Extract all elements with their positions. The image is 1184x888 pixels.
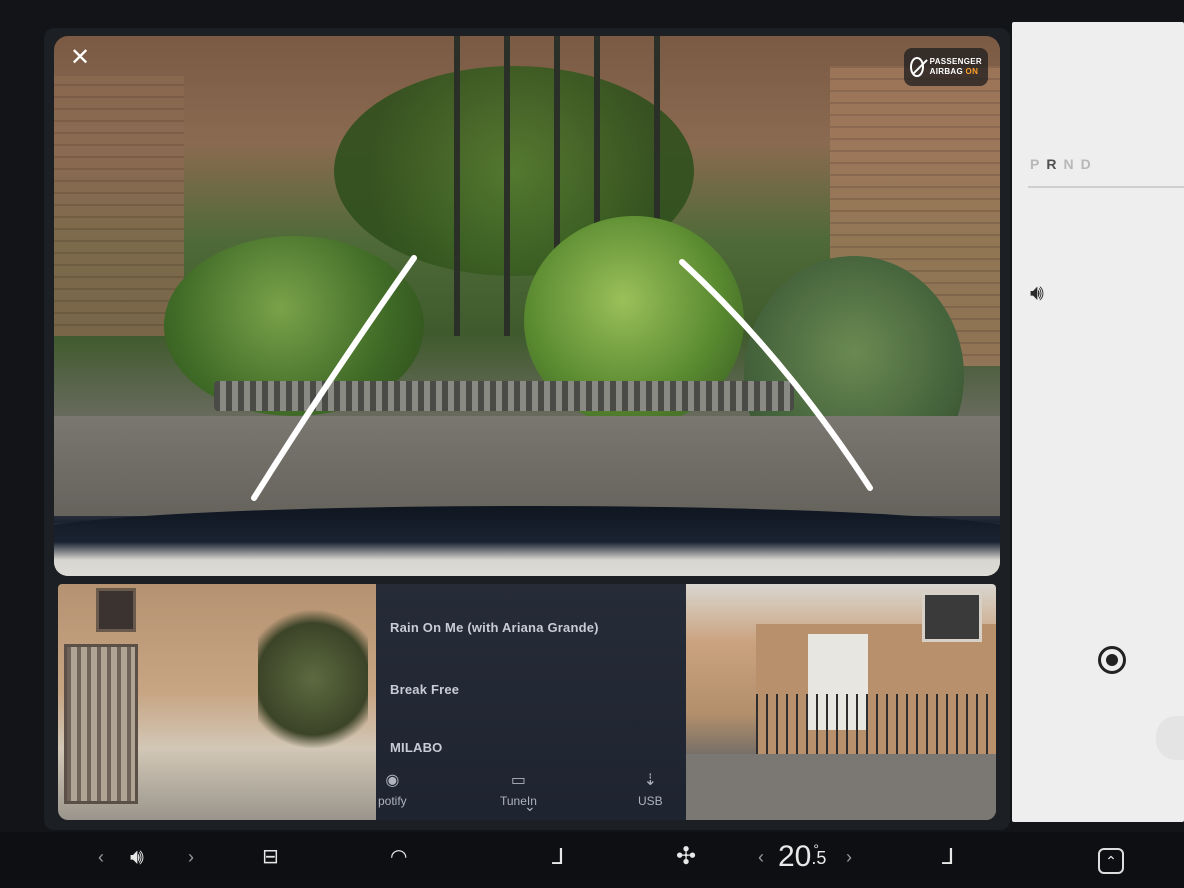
temp-up-chevron-icon[interactable]: ›	[846, 842, 852, 872]
garage-door	[64, 644, 138, 804]
close-icon[interactable]: ✕	[66, 44, 94, 72]
passenger-airbag-status: PASSENGER AIRBAG ON	[904, 48, 988, 86]
source-spotify[interactable]: ◉ potify	[378, 772, 407, 808]
camera-view-panel: ✕ PASSENGER AIRBAG ON Rain On Me (with A…	[44, 28, 1010, 830]
right-repeater-camera	[686, 584, 996, 820]
source-usb[interactable]: ⇣ USB	[638, 772, 663, 808]
dashcam-record-icon[interactable]	[1098, 646, 1126, 674]
gear-r: R	[1046, 156, 1064, 172]
volume-up-chevron-icon[interactable]: ›	[188, 842, 194, 872]
front-defrost-icon[interactable]: ◠	[390, 842, 407, 872]
track-item[interactable]: Rain On Me (with Ariana Grande)	[390, 620, 599, 635]
gear-p: P	[1030, 156, 1047, 172]
iron-fence	[756, 694, 996, 754]
seat-heater-right-icon[interactable]: ⅃	[942, 842, 954, 872]
airbag-status-on: ON	[965, 67, 979, 76]
media-source-row: ◉ potify ▭ TuneIn ⌄ ⇣ USB	[376, 764, 686, 816]
airbag-line1: PASSENGER	[929, 57, 982, 66]
bottom-control-bar: ‹ 🔊︎ › ⊟ ◠ ⅃ ✣ ‹ 20 ° .5 › ⅃ ⌃	[0, 832, 1184, 888]
gear-d: D	[1080, 156, 1098, 172]
tunein-icon: ▭	[510, 772, 527, 789]
parking-guide-lines	[251, 255, 873, 501]
guide-line-left	[251, 255, 417, 501]
chevron-down-icon[interactable]: ⌄	[524, 798, 536, 815]
usb-icon: ⇣	[643, 772, 658, 789]
speaker-icon[interactable]: 🔊︎	[1030, 280, 1044, 306]
house-window	[922, 592, 982, 642]
gear-selector: PRND	[1030, 156, 1098, 172]
track-item[interactable]: Break Free	[390, 682, 459, 697]
temperature-decimal-stack: ° .5	[811, 841, 826, 868]
side-panel: PRND 🔊︎	[1012, 22, 1184, 822]
chevron-up-icon[interactable]: ⌃	[1098, 848, 1124, 874]
guide-line-right	[679, 259, 873, 491]
trees	[258, 604, 368, 754]
house-window	[96, 588, 136, 632]
rear-defrost-icon[interactable]: ⊟	[262, 842, 279, 872]
rear-camera-feed: ✕ PASSENGER AIRBAG ON	[54, 36, 1000, 576]
media-player-overlay: Rain On Me (with Ariana Grande) Break Fr…	[376, 584, 686, 820]
spotify-icon: ◉	[385, 772, 400, 789]
temperature-unit: °	[813, 841, 819, 857]
source-label: potify	[378, 794, 407, 808]
gear-n: N	[1063, 156, 1081, 172]
panel-edge-tab[interactable]	[1156, 716, 1184, 760]
fan-icon[interactable]: ✣	[676, 842, 696, 872]
temperature-whole: 20	[778, 840, 812, 873]
airbag-off-icon	[910, 57, 924, 77]
left-repeater-camera	[58, 584, 376, 820]
volume-down-chevron-icon[interactable]: ‹	[98, 842, 104, 872]
driveway	[686, 754, 996, 820]
airbag-line2-prefix: AIRBAG	[929, 67, 966, 76]
temperature-value[interactable]: 20 ° .5	[778, 840, 826, 875]
track-item[interactable]: MILABO	[390, 740, 442, 755]
gear-divider	[1028, 186, 1184, 188]
temp-down-chevron-icon[interactable]: ‹	[758, 842, 764, 872]
source-label: USB	[638, 794, 663, 808]
seat-heater-left-icon[interactable]: ⅃	[552, 842, 564, 872]
volume-icon[interactable]: 🔊︎	[130, 842, 144, 872]
airbag-status-text: PASSENGER AIRBAG ON	[930, 57, 982, 77]
